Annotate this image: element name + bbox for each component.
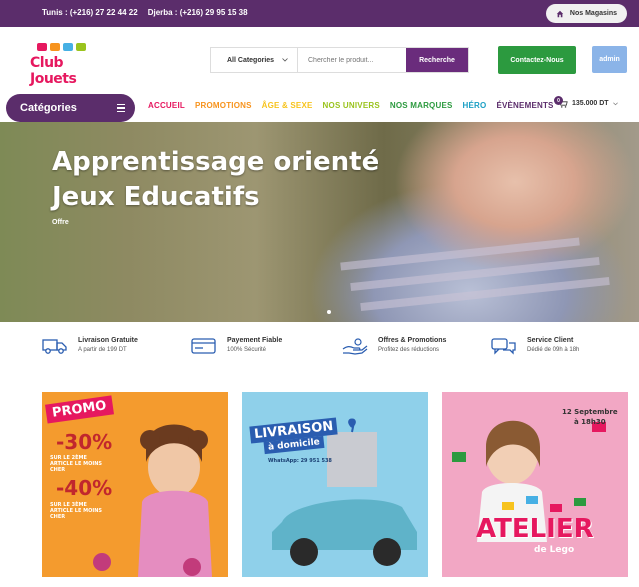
features-strip: Livraison Gratuite A partir de 199 DT Pa… <box>0 322 639 382</box>
hero-title-line1: Apprentissage orienté <box>52 147 380 177</box>
promo-card[interactable]: 12 Septembre à 18h30 ATELIER de Lego <box>442 392 628 577</box>
feature-text: Profitez des réductions <box>378 347 440 353</box>
feature-title: Offres & Promotions <box>378 337 447 344</box>
feature-title: Payement Fiable <box>227 337 283 344</box>
nav-item-nos-univers[interactable]: NOS UNIVERS <box>323 101 380 110</box>
nav-item-evenements[interactable]: ÉVÈNEMENTS <box>496 101 553 110</box>
search-bar: All Categories Recherche <box>210 47 469 73</box>
nav-item-hero[interactable]: HÉRO <box>463 101 487 110</box>
logo-train-icon <box>37 43 86 51</box>
chevron-down-icon <box>282 58 288 62</box>
cart-total: 135.000 DT <box>572 100 609 107</box>
logo-text: Club Jouets <box>30 55 77 87</box>
search-button[interactable]: Recherche <box>406 48 468 72</box>
search-category-value: All Categories <box>227 56 275 64</box>
phone-tunis[interactable]: Tunis : (+216) 27 22 44 22 <box>42 8 138 17</box>
stores-label: Nos Magasins <box>569 10 617 17</box>
feature-text: 100% Sécurité <box>227 347 267 353</box>
admin-button[interactable]: admin <box>592 46 627 73</box>
promo-discount-1-text: SUR LE 2ÈME ARTICLE LE MOINS CHER <box>50 455 102 473</box>
promo-discount-2-text: SUR LE 3ÈME ARTICLE LE MOINS CHER <box>50 502 102 520</box>
nav-item-promotions[interactable]: PROMOTIONS <box>195 101 252 110</box>
promo-card[interactable]: LIVRAISON à domicile WhatsApp: 29 951 53… <box>242 392 428 577</box>
credit-card-icon <box>191 338 216 354</box>
main-nav: Catégories ACCUEIL PROMOTIONS ÂGE & SEXE… <box>0 91 639 122</box>
feature-service: Service Client Dédié de 09h à 18h <box>491 337 579 355</box>
nav-menu: ACCUEIL PROMOTIONS ÂGE & SEXE NOS UNIVER… <box>148 101 554 110</box>
cart-count-badge: 0 <box>554 96 563 105</box>
event-time: à 18h30 <box>574 418 606 426</box>
feature-text: Dédié de 09h à 18h <box>527 347 580 353</box>
nav-item-nos-marques[interactable]: NOS MARQUES <box>390 101 453 110</box>
nav-item-age-sexe[interactable]: ÂGE & SEXE <box>262 101 313 110</box>
header: Club Jouets All Categories Recherche Con… <box>0 27 639 91</box>
promo-discount-1: -30% <box>56 430 113 454</box>
hamburger-icon <box>117 103 125 113</box>
promo-discount-2: -40% <box>56 476 113 500</box>
event-subtitle: de Lego <box>534 545 575 555</box>
feature-title: Service Client <box>527 337 574 344</box>
hero-title-line2: Jeux Educatifs <box>52 182 260 212</box>
promo-card[interactable]: PROMO -30% SUR LE 2ÈME ARTICLE LE MOINS … <box>42 392 228 577</box>
hero-banner[interactable]: Apprentissage orienté Jeux Educatifs Off… <box>0 122 639 322</box>
search-input[interactable] <box>298 48 406 72</box>
search-category-select[interactable]: All Categories <box>211 48 298 72</box>
feature-delivery: Livraison Gratuite A partir de 199 DT <box>42 337 138 355</box>
top-bar: Tunis : (+216) 27 22 44 22 Djerba : (+21… <box>0 0 639 27</box>
categories-menu-button[interactable]: Catégories <box>6 94 135 122</box>
event-title: ATELIER <box>476 514 594 544</box>
slider-dot[interactable] <box>327 310 331 314</box>
contact-button[interactable]: Contactez-Nous <box>498 46 576 74</box>
categories-label: Catégories <box>20 102 77 114</box>
event-date: 12 Septembre <box>562 408 618 416</box>
promo-whatsapp: WhatsApp: 29 951 538 <box>268 458 332 464</box>
nav-item-accueil[interactable]: ACCUEIL <box>148 101 185 110</box>
hand-offer-icon <box>342 338 368 355</box>
feature-text: A partir de 199 DT <box>78 347 127 353</box>
phone-numbers: Tunis : (+216) 27 22 44 22 Djerba : (+21… <box>42 8 248 17</box>
logo[interactable]: Club Jouets <box>30 43 100 87</box>
truck-icon <box>42 339 67 354</box>
cart-button[interactable]: 0 135.000 DT <box>554 96 618 108</box>
phone-djerba[interactable]: Djerba : (+216) 29 95 15 38 <box>148 8 248 17</box>
hero-subtitle: Offre <box>52 219 69 226</box>
home-icon <box>556 10 564 17</box>
chat-icon <box>491 338 516 355</box>
feature-payment: Payement Fiable 100% Sécurité <box>191 337 282 355</box>
feature-title: Livraison Gratuite <box>78 337 138 344</box>
stores-button[interactable]: Nos Magasins <box>545 4 627 23</box>
feature-offers: Offres & Promotions Profitez des réducti… <box>342 337 446 355</box>
chevron-down-icon <box>612 102 618 105</box>
